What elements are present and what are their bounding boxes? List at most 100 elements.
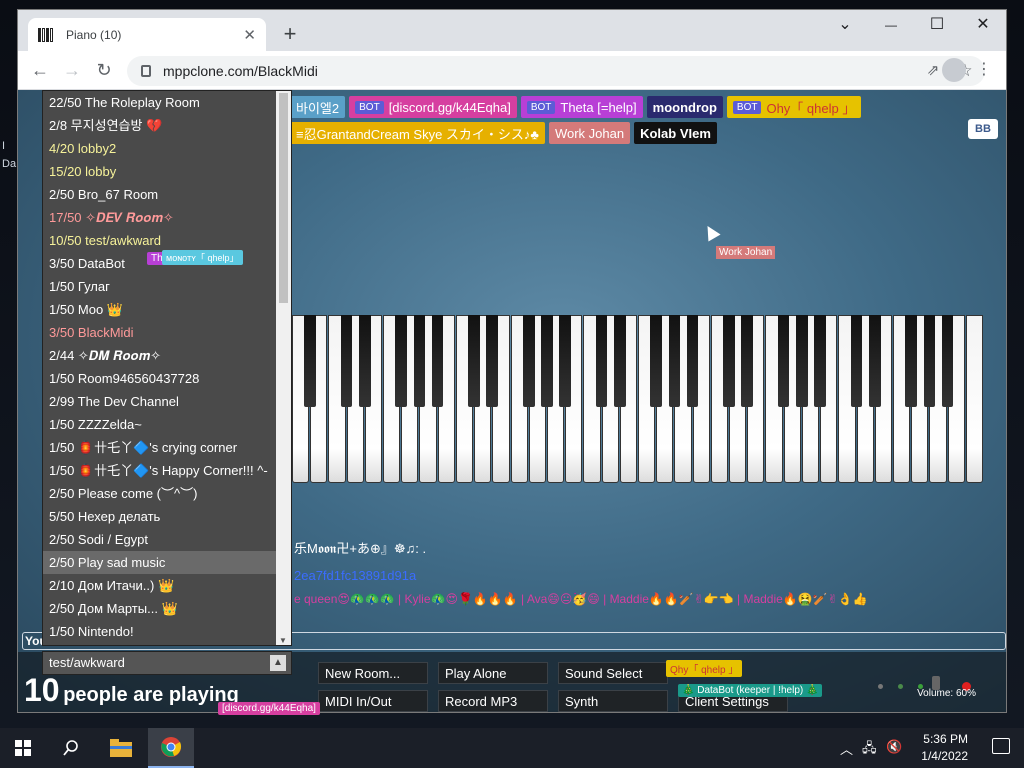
notification-icon[interactable] bbox=[992, 738, 1010, 754]
start-button[interactable] bbox=[0, 728, 46, 768]
minimize-button[interactable]: — bbox=[868, 10, 914, 42]
room-list-scrollbar[interactable]: ▼ bbox=[276, 91, 291, 645]
reload-button[interactable]: ↻ bbox=[92, 58, 116, 82]
piano-black-key[interactable] bbox=[359, 315, 371, 407]
close-window-button[interactable]: ✕ bbox=[960, 10, 1006, 42]
piano-black-key[interactable] bbox=[650, 315, 663, 407]
clock-date: 1/4/2022 bbox=[921, 749, 968, 763]
piano-black-key[interactable] bbox=[486, 315, 499, 407]
room-list-item[interactable]: 1/50 Гулаг bbox=[43, 275, 291, 298]
piano-black-key[interactable] bbox=[541, 315, 553, 407]
room-select[interactable]: test/awkward ▲ bbox=[42, 651, 292, 675]
room-list-item[interactable]: 1/50 Room946560437728 bbox=[43, 367, 291, 390]
user-tag[interactable]: ≡忍GrantandCream Skye スカイ・シス♪♣ bbox=[290, 122, 545, 144]
new-room-button[interactable]: New Room... bbox=[318, 662, 428, 684]
piano-black-key[interactable] bbox=[941, 315, 954, 407]
room-list-item[interactable]: 2/99 The Dev Channel bbox=[43, 390, 291, 413]
piano-black-key[interactable] bbox=[522, 315, 535, 407]
piano-black-key[interactable] bbox=[413, 315, 426, 407]
layout-toggle-button[interactable]: BB bbox=[968, 119, 998, 139]
search-icon[interactable] bbox=[48, 728, 94, 768]
user-tag[interactable]: Kolab VIem bbox=[634, 122, 717, 144]
file-explorer-icon[interactable] bbox=[98, 728, 144, 768]
piano-black-key[interactable] bbox=[595, 315, 608, 407]
user-tag[interactable]: 바이엘2 bbox=[290, 96, 346, 118]
piano-white-key[interactable] bbox=[965, 315, 983, 483]
chevron-up-icon[interactable]: ▲ bbox=[270, 655, 286, 671]
room-list-item[interactable]: 2/50 Sodi / Egypt bbox=[43, 528, 291, 551]
scroll-down-arrow-icon[interactable]: ▼ bbox=[279, 636, 287, 645]
piano-black-key[interactable] bbox=[814, 315, 826, 407]
record-mp3-button[interactable]: Record MP3 bbox=[438, 690, 548, 712]
tab-close-icon[interactable]: ✕ bbox=[243, 26, 256, 44]
piano-black-key[interactable] bbox=[340, 315, 353, 407]
room-list-item[interactable]: 3/50 BlackMidi bbox=[43, 321, 291, 344]
piano-black-key[interactable] bbox=[431, 315, 444, 407]
scrollbar-thumb[interactable] bbox=[279, 93, 288, 303]
room-list-item[interactable]: 2/50 Bro_67 Room bbox=[43, 183, 291, 206]
piano-black-key[interactable] bbox=[559, 315, 571, 407]
room-list-item[interactable]: 1/50 ZZZZelda~ bbox=[43, 413, 291, 436]
piano-black-key[interactable] bbox=[468, 315, 480, 407]
room-list-item[interactable]: 1/50 Nintendo! bbox=[43, 620, 291, 643]
room-list-item[interactable]: 4/20 lobby2 bbox=[43, 137, 291, 160]
maximize-button[interactable]: ☐ bbox=[914, 10, 960, 42]
room-list-item[interactable]: 2/44 ✧𝑫𝑴 𝑹𝒐𝒐𝒎✧ bbox=[43, 344, 291, 367]
room-list-item[interactable]: 2/50 Дом Марты... 👑 bbox=[43, 597, 291, 620]
chevron-up-tray-icon[interactable]: ︿ bbox=[840, 739, 853, 758]
network-icon[interactable]: 🖧 bbox=[862, 739, 877, 761]
piano-black-key[interactable] bbox=[741, 315, 754, 407]
piano-black-key[interactable] bbox=[668, 315, 681, 407]
room-list-item[interactable]: 22/50 The Roleplay Room bbox=[43, 91, 291, 114]
system-clock[interactable]: 5:36 PM 1/4/2022 bbox=[921, 731, 968, 765]
back-button[interactable]: ← bbox=[28, 58, 52, 82]
room-list-item[interactable]: 2/50 Play sad music bbox=[43, 551, 291, 574]
piano-black-key[interactable] bbox=[777, 315, 790, 407]
piano-black-key[interactable] bbox=[868, 315, 881, 407]
piano-black-key[interactable] bbox=[723, 315, 735, 407]
room-list-item[interactable]: 5/50 Нехер делать bbox=[43, 505, 291, 528]
synth-button[interactable]: Synth bbox=[558, 690, 668, 712]
new-tab-button[interactable]: + bbox=[278, 22, 302, 46]
lock-icon[interactable] bbox=[141, 65, 151, 77]
room-list-dropdown[interactable]: 22/50 The Roleplay Room 2/8 무지성연습방 💔 4/20 … bbox=[42, 90, 292, 646]
tab-piano[interactable]: Piano (10) ✕ bbox=[28, 18, 266, 51]
volume-muted-icon[interactable]: 🔇 bbox=[886, 739, 902, 755]
piano-black-key[interactable] bbox=[613, 315, 626, 407]
piano-black-key[interactable] bbox=[395, 315, 408, 407]
piano-black-key[interactable] bbox=[304, 315, 317, 407]
piano-black-key[interactable] bbox=[796, 315, 808, 407]
user-list: 바이엘2 BOT [discord.gg/k44Eqha] BOT Theta [=… bbox=[290, 96, 890, 144]
room-list-item[interactable]: 1/50 Moo 👑 bbox=[43, 298, 291, 321]
play-alone-button[interactable]: Play Alone bbox=[438, 662, 548, 684]
room-list-item[interactable]: 15/20 lobby bbox=[43, 160, 291, 183]
chevron-down-icon[interactable]: ⌄ bbox=[822, 10, 868, 42]
piano-black-key[interactable] bbox=[905, 315, 917, 407]
user-tag[interactable]: Work Johan bbox=[548, 122, 631, 144]
user-tag[interactable]: moondrop bbox=[646, 96, 723, 118]
room-list-item[interactable]: 10/50 test/awkward bbox=[43, 229, 291, 252]
address-bar[interactable]: mppclone.com/BlackMidi ⇗ ☆ bbox=[127, 56, 985, 86]
user-tag[interactable]: BOT [discord.gg/k44Eqha] bbox=[349, 96, 517, 118]
volume-indicator-dot bbox=[898, 684, 903, 689]
piano-keyboard[interactable] bbox=[292, 315, 984, 485]
sound-select-button[interactable]: Sound Select bbox=[558, 662, 668, 684]
desktop-icon-partial[interactable]: I bbox=[2, 140, 18, 152]
room-list-item[interactable]: 2/10 Дом Итачи..) 👑 bbox=[43, 574, 291, 597]
piano-black-key[interactable] bbox=[686, 315, 699, 407]
browser-menu-icon[interactable]: ⋮ bbox=[974, 58, 994, 82]
room-list-item[interactable]: 2/8 무지성연습방 💔 bbox=[43, 114, 291, 137]
url-text[interactable]: mppclone.com/BlackMidi bbox=[163, 63, 318, 79]
chrome-taskbar-icon[interactable] bbox=[148, 728, 194, 768]
room-list-item[interactable]: 1/50 🏮卄乇丫🔷's Happy Corner!!! ^- bbox=[43, 459, 291, 482]
piano-black-key[interactable] bbox=[850, 315, 863, 407]
piano-black-key[interactable] bbox=[923, 315, 936, 407]
user-tag[interactable]: BOT Ohy「 qhelp 」 bbox=[726, 96, 862, 118]
forward-button[interactable]: → bbox=[60, 58, 84, 82]
room-list-item[interactable]: 17/50 ✧𝑫𝑬𝑽 𝑹𝒐𝒐𝒎✧ bbox=[43, 206, 291, 229]
user-tag[interactable]: BOT Theta [=help] bbox=[520, 96, 643, 118]
profile-avatar-icon[interactable] bbox=[942, 58, 966, 82]
room-list-item[interactable]: 1/50 🏮卄乇丫🔷's crying corner bbox=[43, 436, 291, 459]
room-list-item[interactable]: 2/50 Please come (︶^︶) bbox=[43, 482, 291, 505]
midi-button[interactable]: MIDI In/Out bbox=[318, 690, 428, 712]
